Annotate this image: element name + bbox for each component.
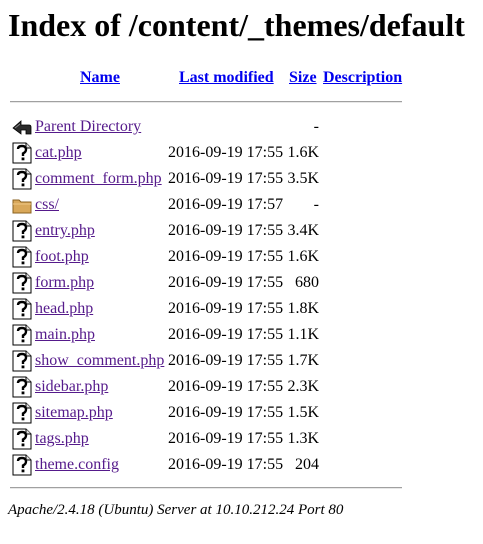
folder-icon [12,194,32,216]
file-size: 1.6K [287,144,319,161]
file-name-link[interactable]: head.php [35,299,93,319]
file-name-link[interactable]: cat.php [35,143,82,163]
file-row: sitemap.php 2016-09-19 17:55 1.5K [0,400,483,426]
sort-by-name-link[interactable]: Name [80,68,120,88]
file-row: comment_form.php 2016-09-19 17:55 3.5K [0,166,483,192]
file-row: tags.php 2016-09-19 17:55 1.3K [0,426,483,452]
file-row: cat.php 2016-09-19 17:55 1.6K [0,140,483,166]
file-last-modified: 2016-09-19 17:55 [168,144,284,161]
unknown-file-icon [12,272,32,294]
unknown-file-icon [12,246,32,268]
file-row: foot.php 2016-09-19 17:55 1.6K [0,244,483,270]
file-last-modified: 2016-09-19 17:55 [168,326,284,343]
unknown-file-icon [12,220,32,242]
page-title: Index of /content/_themes/default [8,7,465,43]
file-last-modified: 2016-09-19 17:55 [168,456,284,473]
file-name-link[interactable]: form.php [35,273,94,293]
unknown-file-icon [12,454,32,476]
sort-by-last-modified-link[interactable]: Last modified [179,68,274,88]
file-name-link[interactable]: sitemap.php [35,403,113,423]
parent-directory-row: Parent Directory - [0,114,483,140]
file-size: 1.8K [287,300,319,317]
file-row: main.php 2016-09-19 17:55 1.1K [0,322,483,348]
file-name-link[interactable]: entry.php [35,221,95,241]
unknown-file-icon [12,324,32,346]
top-divider [10,101,402,103]
file-size: 204 [295,456,319,473]
file-size: 1.3K [287,430,319,447]
file-last-modified: 2016-09-19 17:55 [168,222,284,239]
file-name-link[interactable]: tags.php [35,429,89,449]
file-name-link[interactable]: main.php [35,325,95,345]
file-name-link[interactable]: sidebar.php [35,377,108,397]
file-size: - [313,196,319,213]
unknown-file-icon [12,298,32,320]
sort-by-description-link[interactable]: Description [323,68,402,88]
file-size: 3.4K [287,222,319,239]
file-size: 1.7K [287,352,319,369]
file-row: css/2016-09-19 17:57 - [0,192,483,218]
file-size: 1.6K [287,248,319,265]
file-size: 2.3K [287,378,319,395]
server-signature: Apache/2.4.18 (Ubuntu) Server at 10.10.2… [8,502,344,518]
unknown-file-icon [12,168,32,190]
file-row: theme.config 2016-09-19 17:55 204 [0,452,483,478]
file-last-modified: 2016-09-19 17:55 [168,274,284,291]
file-last-modified: 2016-09-19 17:55 [168,170,284,187]
back-arrow-icon [12,116,32,138]
file-last-modified: 2016-09-19 17:55 [168,352,284,369]
sort-by-size-link[interactable]: Size [289,68,317,88]
file-name-link[interactable]: css/ [35,195,59,215]
parent-directory-link[interactable]: Parent Directory [35,117,141,137]
file-last-modified: 2016-09-19 17:55 [168,430,284,447]
file-last-modified: 2016-09-19 17:55 [168,248,284,265]
file-size: 1.1K [287,326,319,343]
unknown-file-icon [12,428,32,450]
file-last-modified: 2016-09-19 17:57 [168,196,284,213]
file-size: 3.5K [287,170,319,187]
unknown-file-icon [12,402,32,424]
file-name-link[interactable]: comment_form.php [35,169,162,189]
file-last-modified: 2016-09-19 17:55 [168,300,284,317]
file-name-link[interactable]: foot.php [35,247,89,267]
file-name-link[interactable]: show_comment.php [35,351,164,371]
file-size: 680 [295,274,319,291]
unknown-file-icon [12,350,32,372]
file-name-link[interactable]: theme.config [35,455,119,475]
file-last-modified: 2016-09-19 17:55 [168,378,284,395]
file-row: sidebar.php 2016-09-19 17:55 2.3K [0,374,483,400]
bottom-divider [10,487,402,489]
file-row: entry.php 2016-09-19 17:55 3.4K [0,218,483,244]
file-row: head.php 2016-09-19 17:55 1.8K [0,296,483,322]
parent-directory-size: - [313,118,319,135]
file-size: 1.5K [287,404,319,421]
file-last-modified: 2016-09-19 17:55 [168,404,284,421]
file-row: form.php 2016-09-19 17:55 680 [0,270,483,296]
file-row: show_comment.php 2016-09-19 17:55 1.7K [0,348,483,374]
unknown-file-icon [12,376,32,398]
unknown-file-icon [12,142,32,164]
